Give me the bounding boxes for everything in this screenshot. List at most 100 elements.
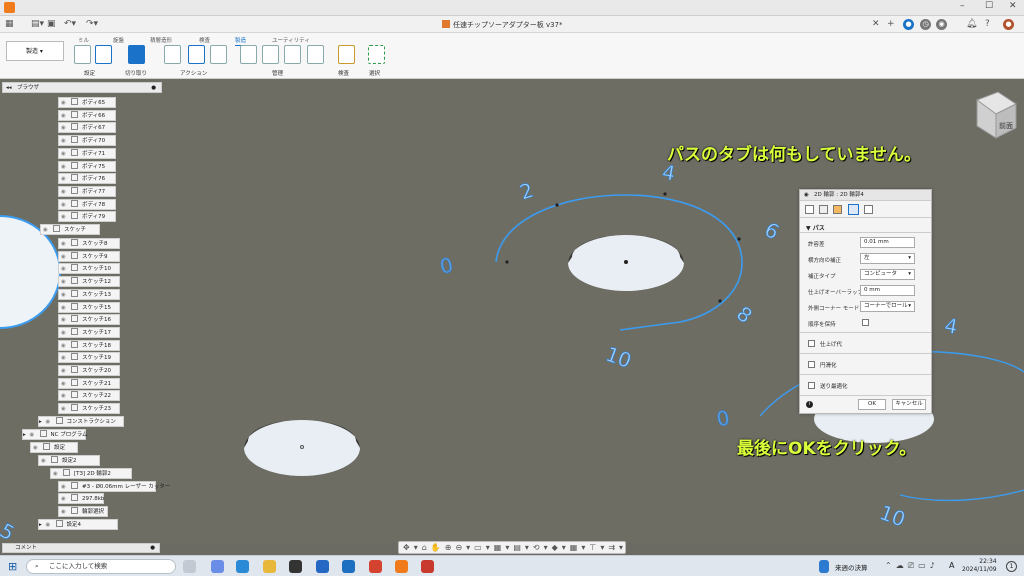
browser-construction-folder[interactable]: ▸ ◉ コンストラクション (38, 416, 124, 427)
avatar[interactable]: ● (1003, 19, 1014, 30)
browser-body-item[interactable]: ◉ ボディ70 (58, 135, 116, 147)
browser-sketch-item[interactable]: ◉ スケッチ19 (58, 352, 120, 364)
browser-body-item[interactable]: ◉ ボディ75 (58, 160, 116, 172)
visibility-eye-icon[interactable]: ◉ (61, 213, 69, 222)
browser-sketch-item[interactable]: ◉ スケッチ13 (58, 288, 120, 300)
browser-sketch-item[interactable]: ◉ スケッチ18 (58, 339, 120, 351)
expand-arrow-icon[interactable]: ▸ (39, 522, 44, 528)
visibility-eye-icon[interactable]: ◉ (61, 483, 69, 492)
select-icon[interactable] (368, 45, 385, 64)
visibility-eye-icon[interactable]: ◉ (61, 99, 69, 108)
browser-panel-header[interactable]: ◂◂ ブラウザ ● (2, 82, 162, 93)
file-menu-icon[interactable]: ▤▾ (31, 19, 44, 29)
task-view-icon[interactable] (183, 560, 196, 573)
minimize-icon[interactable]: – (960, 1, 965, 11)
browser-sketch-item[interactable]: ◉ スケッチ17 (58, 326, 120, 338)
visibility-eye-icon[interactable]: ◉ (61, 380, 69, 389)
browser-body-item[interactable]: ◉ ボディ71 (58, 147, 116, 159)
dell-icon[interactable] (289, 560, 302, 573)
visibility-eye-icon[interactable]: ◉ (61, 392, 69, 401)
browser-operation[interactable]: ◉ [T3] 2D 輪郭2 (50, 468, 132, 479)
visibility-eye-icon[interactable]: ◉ (61, 163, 69, 172)
browser-body-item[interactable]: ◉ ボディ76 (58, 173, 116, 185)
browser-sketch-item[interactable]: ◉ スケッチ20 (58, 365, 120, 376)
new-tab-icon[interactable]: + (887, 19, 895, 29)
browser-contour[interactable]: ◉ 輪郭選択 (58, 506, 108, 517)
pin-icon[interactable]: ● (151, 83, 156, 93)
tolerance-input[interactable]: 0.01 mm (860, 237, 915, 248)
cancel-button[interactable]: キャンセル (892, 399, 926, 410)
close-icon[interactable]: ✕ (1009, 1, 1017, 11)
dialog-header[interactable]: ◉ 2D 輪郭 : 2D 輪郭4 (800, 190, 931, 201)
collapse-icon[interactable]: ◂◂ (6, 83, 12, 93)
visibility-eye-icon[interactable]: ◉ (61, 253, 69, 262)
expand-arrow-icon[interactable]: ▸ (23, 432, 28, 438)
visibility-eye-icon[interactable]: ◉ (61, 112, 69, 121)
notifications-icon[interactable]: 🔔︎ (966, 19, 977, 29)
tab-utilities[interactable]: ユーティリティ (272, 36, 310, 44)
store-icon[interactable] (316, 560, 329, 573)
setup-sheet-icon[interactable] (95, 45, 112, 64)
visibility-eye-icon[interactable]: ◉ (43, 226, 51, 235)
passes-tab-icon[interactable] (848, 204, 859, 215)
edge-icon[interactable] (236, 560, 249, 573)
extensions-icon[interactable]: ● (903, 19, 914, 30)
browser-sketch-item[interactable]: ◉ スケッチ10 (58, 263, 120, 275)
visibility-eye-icon[interactable]: ◉ (61, 304, 69, 313)
visibility-eye-icon[interactable]: ◉ (33, 444, 41, 453)
job-status-icon[interactable]: ◷ (920, 19, 931, 30)
view-cube[interactable]: 前面 (975, 91, 1017, 139)
passes-section[interactable]: ▼ パス (806, 223, 825, 232)
visibility-eye-icon[interactable]: ◉ (30, 431, 38, 440)
visibility-eye-icon[interactable]: ◉ (61, 137, 69, 146)
group-manage[interactable]: 管理 (272, 69, 283, 77)
notification-center-icon[interactable]: 1 (1006, 561, 1017, 572)
save-icon[interactable]: ▣ (47, 19, 56, 29)
visibility-eye-icon[interactable]: ◉ (61, 124, 69, 133)
browser-sketch-item[interactable]: ◉ スケッチ15 (58, 301, 120, 313)
browser-sketch-item[interactable]: ◉ スケッチ23 (58, 403, 120, 415)
browser-size[interactable]: ◉ 297.8kb (58, 493, 104, 504)
visibility-eye-icon[interactable]: ◉ (61, 188, 69, 197)
help-icon[interactable]: ? (985, 19, 990, 29)
expand-arrow-icon[interactable]: ▸ (39, 419, 44, 425)
browser-body-item[interactable]: ◉ ボディ66 (58, 109, 116, 121)
visibility-eye-icon[interactable]: ◉ (61, 175, 69, 184)
grid-menu-icon[interactable]: ▦ (5, 19, 14, 29)
tab-mill[interactable]: ミル (78, 36, 89, 44)
post-library-icon[interactable] (284, 45, 301, 64)
visibility-eye-icon[interactable]: ◉ (61, 201, 69, 210)
setup-sheet-report-icon[interactable] (210, 45, 227, 64)
visibility-eye-icon[interactable]: ◉ (61, 278, 69, 287)
comment-add-icon[interactable]: ● (150, 544, 155, 552)
browser-body-item[interactable]: ◉ ボディ67 (58, 122, 116, 134)
template-library-icon[interactable] (307, 45, 324, 64)
info-icon[interactable]: i (806, 401, 813, 408)
cutting-icon[interactable] (128, 45, 145, 64)
finish-overlap-input[interactable]: 0 mm (860, 285, 915, 296)
browser-setup2[interactable]: ◉ 設定2 (38, 455, 100, 466)
browser-sketch-folder[interactable]: ◉ スケッチ (40, 224, 100, 235)
geometry-tab-icon[interactable] (819, 205, 828, 214)
group-select[interactable]: 選択 (369, 69, 380, 77)
visibility-eye-icon[interactable]: ◉ (61, 508, 69, 517)
visibility-eye-icon[interactable]: ◉ (61, 240, 69, 249)
pdf-icon[interactable] (421, 560, 434, 573)
post-process-icon[interactable] (188, 45, 205, 64)
nav-tools-icons[interactable]: ✥▾⌂✋⊕⊖▾▭▾▦▾▤▾⟲▾◆▾▦▾⊤▾⇉▾ (403, 543, 627, 552)
visibility-eye-icon[interactable]: ◉ (61, 354, 69, 363)
visibility-eye-icon[interactable]: ◉ (61, 329, 69, 338)
ok-button[interactable]: OK (858, 399, 886, 410)
visibility-eye-icon[interactable]: ◉ (61, 150, 69, 159)
checkbox[interactable] (808, 340, 815, 347)
linking-tab-icon[interactable] (864, 205, 873, 214)
visibility-eye-icon[interactable]: ◉ (41, 457, 49, 466)
document-tab[interactable]: 任速チップソーアダプター板 v37* (442, 20, 563, 30)
visibility-eye-icon[interactable]: ◉ (53, 470, 61, 479)
browser-sketch-item[interactable]: ◉ スケッチ12 (58, 276, 120, 288)
group-inspect[interactable]: 検査 (338, 69, 349, 77)
visibility-eye-icon[interactable]: ◉ (61, 316, 69, 325)
undo-icon[interactable]: ↶▾ (64, 19, 76, 29)
visibility-eye-icon[interactable]: ◉ (61, 265, 69, 274)
copilot-icon[interactable] (211, 560, 224, 573)
